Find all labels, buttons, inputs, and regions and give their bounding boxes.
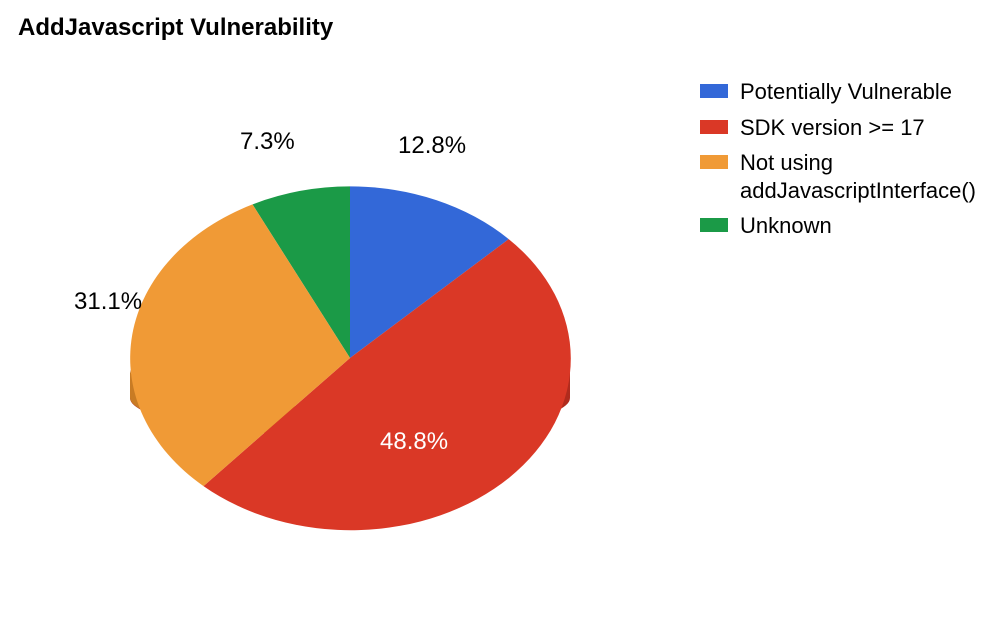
legend-item: Potentially Vulnerable (700, 78, 990, 106)
legend: Potentially Vulnerable SDK version >= 17… (700, 78, 990, 248)
legend-swatch-icon (700, 155, 728, 169)
chart-title: AddJavascript Vulnerability (18, 14, 333, 42)
pie-chart: 7.3% 12.8% 48.8% 31.1% (60, 70, 640, 630)
legend-item: Not using addJavascriptInterface() (700, 149, 990, 204)
legend-swatch-icon (700, 218, 728, 232)
legend-swatch-icon (700, 84, 728, 98)
slice-label-sdk-17: 48.8% (380, 428, 448, 456)
legend-label: Potentially Vulnerable (740, 78, 952, 106)
legend-label: Unknown (740, 212, 832, 240)
slice-label-unknown: 7.3% (240, 128, 295, 156)
legend-label: Not using addJavascriptInterface() (740, 149, 990, 204)
legend-item: SDK version >= 17 (700, 114, 990, 142)
legend-swatch-icon (700, 120, 728, 134)
slice-label-not-using: 31.1% (74, 288, 142, 316)
slice-label-potentially-vulnerable: 12.8% (398, 132, 466, 160)
legend-label: SDK version >= 17 (740, 114, 925, 142)
legend-item: Unknown (700, 212, 990, 240)
